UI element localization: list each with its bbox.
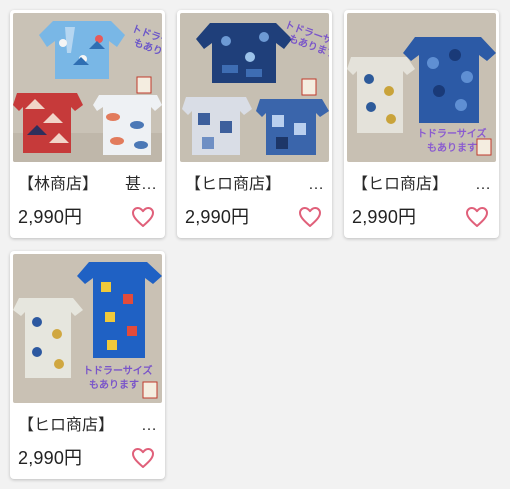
favorite-button[interactable] (131, 205, 155, 229)
product-card[interactable]: トドラーサイズ もあります 【ヒロ商店】 … 2,990円 (10, 251, 165, 479)
product-price: 2,990円 (18, 448, 83, 468)
product-photo-jinbei-set: トドラーサイズ もあります (13, 13, 162, 162)
shop-name: 【ヒロ商店】 (185, 176, 282, 193)
product-card[interactable]: トドラーサイズ もあります 【ヒロ商店】 … 2,990円 (344, 10, 499, 238)
image-caption-line-2: もあります (89, 378, 139, 391)
product-photo-jinbei-set: トドラーサイズ もあります (347, 13, 496, 162)
shop-name: 【林商店】 (18, 176, 99, 193)
image-caption-line-1: トドラーサイズ (417, 127, 487, 140)
title-truncated: … (308, 176, 324, 193)
product-price: 2,990円 (352, 207, 417, 227)
product-image[interactable]: トドラーサイズ もあります (13, 13, 162, 162)
title-truncated: … (475, 176, 491, 193)
product-photo-jinbei-set: トドラーサイズ もあります (13, 254, 162, 403)
title-truncated: 甚… (124, 176, 157, 193)
shop-name: 【ヒロ商店】 (18, 417, 115, 434)
heart-outline-icon (132, 207, 154, 227)
product-card[interactable]: トドラーサイズ もあります 【林商店】 甚… 2,990円 (10, 10, 165, 238)
product-grid: トドラーサイズ もあります 【林商店】 甚… 2,990円 (10, 10, 500, 479)
product-title[interactable]: 【ヒロ商店】 … (18, 416, 157, 436)
image-caption-line-1: トドラーサイズ (83, 364, 153, 377)
heart-outline-icon (466, 207, 488, 227)
image-caption-line-2: もあります (427, 141, 477, 154)
favorite-button[interactable] (465, 205, 489, 229)
heart-outline-icon (132, 448, 154, 468)
product-title[interactable]: 【ヒロ商店】 … (185, 175, 324, 195)
shop-name: 【ヒロ商店】 (352, 176, 449, 193)
heart-outline-icon (299, 207, 321, 227)
favorite-button[interactable] (131, 446, 155, 470)
product-title[interactable]: 【林商店】 甚… (18, 175, 157, 195)
product-price: 2,990円 (185, 207, 250, 227)
product-image[interactable]: トドラーサイズ もあります (180, 13, 329, 162)
product-card[interactable]: トドラーサイズ もあります 【ヒロ商店】 … 2,990円 (177, 10, 332, 238)
favorite-button[interactable] (298, 205, 322, 229)
product-price: 2,990円 (18, 207, 83, 227)
product-title[interactable]: 【ヒロ商店】 … (352, 175, 491, 195)
product-image[interactable]: トドラーサイズ もあります (13, 254, 162, 403)
title-truncated: … (141, 417, 157, 434)
product-image[interactable]: トドラーサイズ もあります (347, 13, 496, 162)
product-photo-jinbei-set: トドラーサイズ もあります (180, 13, 329, 162)
